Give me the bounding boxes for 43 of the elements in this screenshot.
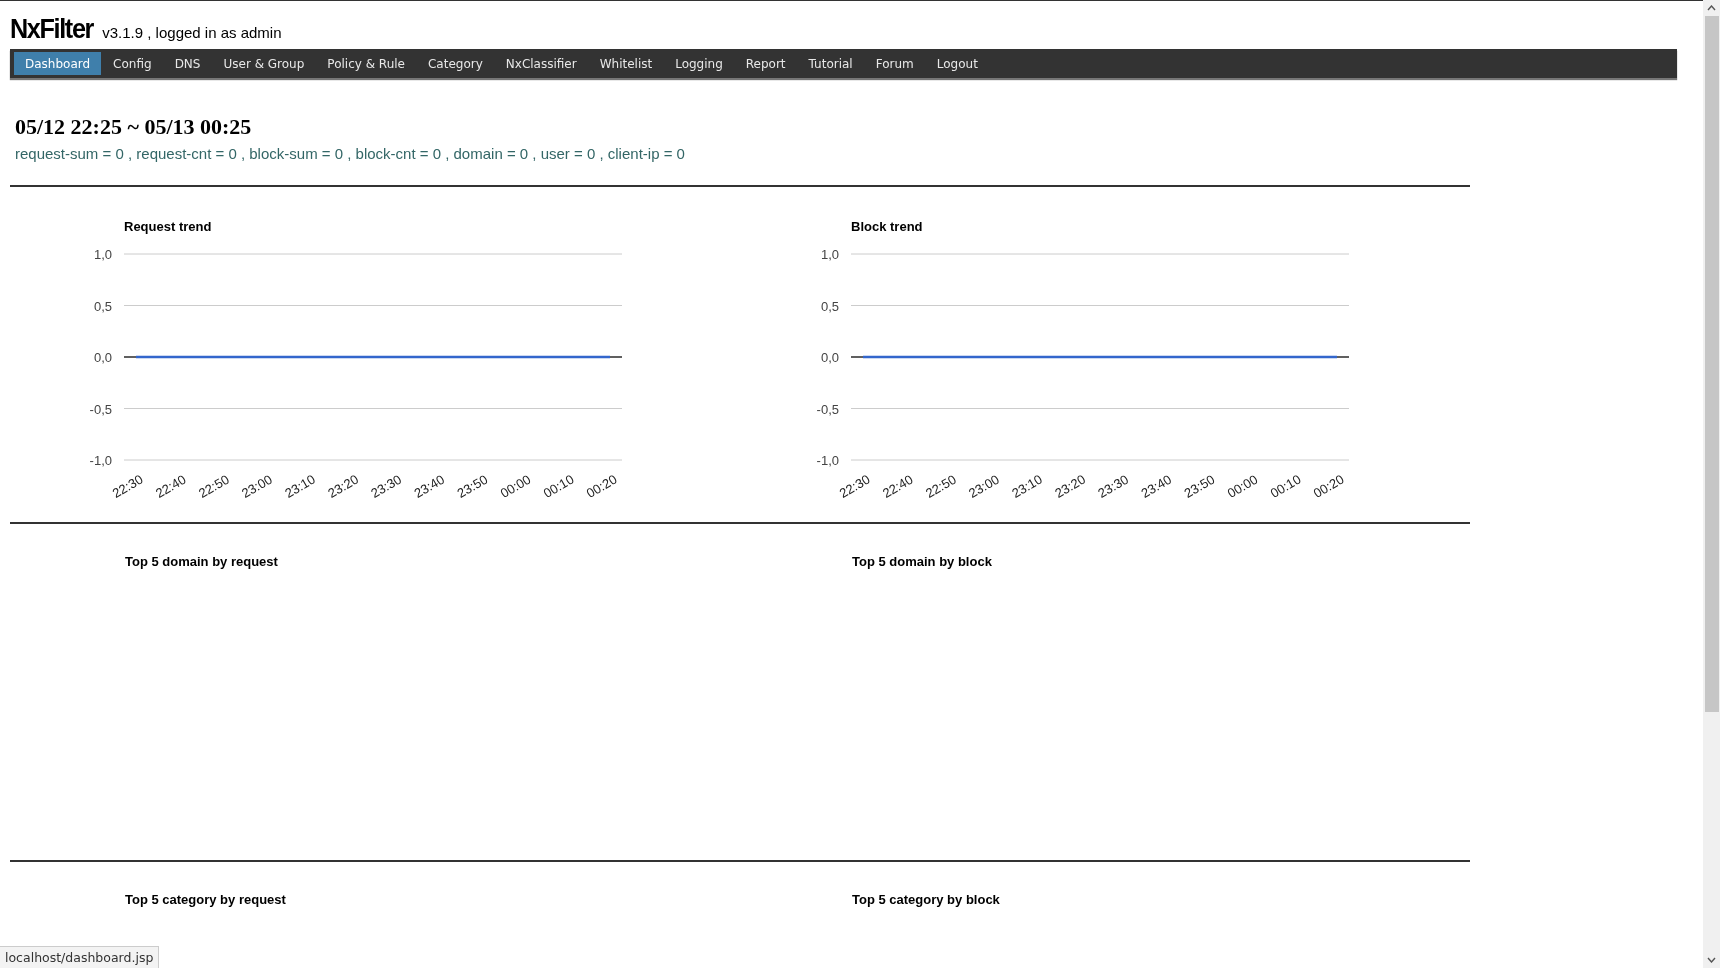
chart-title: Request trend [124,219,212,234]
nav-tab[interactable]: Logging [664,52,734,75]
nav-tab[interactable]: Policy & Rule [316,52,416,75]
nav-tab[interactable]: Dashboard [14,52,102,75]
y-axis-label: 1,0 [93,247,112,262]
x-axis-label: 00:00 [1224,471,1261,501]
nav-tab[interactable]: Whitelist [588,52,664,75]
summary-stats-text: request-sum = 0 , request-cnt = 0 , block-sum = 0 , block-cnt = 0 , domain = 0 , user = 0 , client-ip = 0 [15,145,686,162]
y-axis-label: -0,5 [89,401,112,417]
y-axis-label: -1,0 [816,453,839,468]
nav-tab[interactable]: Tutorial [797,52,864,75]
x-axis-label: 00:20 [583,471,620,501]
version-text: v3.1.9 , logged in as admin [102,24,282,41]
nav-tab[interactable]: Category [416,52,494,75]
y-axis-label: 0,0 [93,350,112,365]
nav-tab[interactable]: Logout [925,52,989,75]
y-axis-label: -1,0 [89,453,112,468]
nav-tab[interactable]: Forum [864,52,925,75]
y-axis-label: 0,0 [820,350,839,365]
y-axis-label: 0,5 [93,298,112,314]
nav-tab[interactable]: Config [102,52,163,75]
nav-tab[interactable]: User & Group [212,52,316,75]
nav-tab[interactable]: DNS [163,52,212,75]
panel-title: Top 5 category by request [125,892,286,907]
y-axis-label: -0,5 [816,401,839,417]
nav-tab[interactable]: Report [734,52,797,75]
app-logo: NxFilter [10,13,94,45]
x-axis-label: 00:20 [1310,471,1347,501]
y-axis-label: 0,5 [820,298,839,314]
x-axis-label: 00:00 [497,471,534,501]
x-axis-label: 00:10 [540,471,577,501]
panel-title: Top 5 domain by request [125,554,278,569]
x-axis-label: 00:10 [1267,471,1304,501]
date-range-heading: 05/12 22:25 ~ 05/13 00:25 [15,114,253,140]
status-bar-url: localhost/dashboard.jsp [0,946,160,968]
panel-title: Top 5 category by block [852,892,1000,907]
scroll-up-icon[interactable] [1707,5,1716,11]
y-axis-label: 1,0 [820,247,839,262]
nav-tab[interactable]: NxClassifier [494,52,588,75]
scroll-down-icon[interactable] [1707,957,1716,963]
scrollbar-thumb[interactable] [1705,16,1719,712]
chart-title: Block trend [851,219,923,234]
panel-title: Top 5 domain by block [852,554,992,569]
